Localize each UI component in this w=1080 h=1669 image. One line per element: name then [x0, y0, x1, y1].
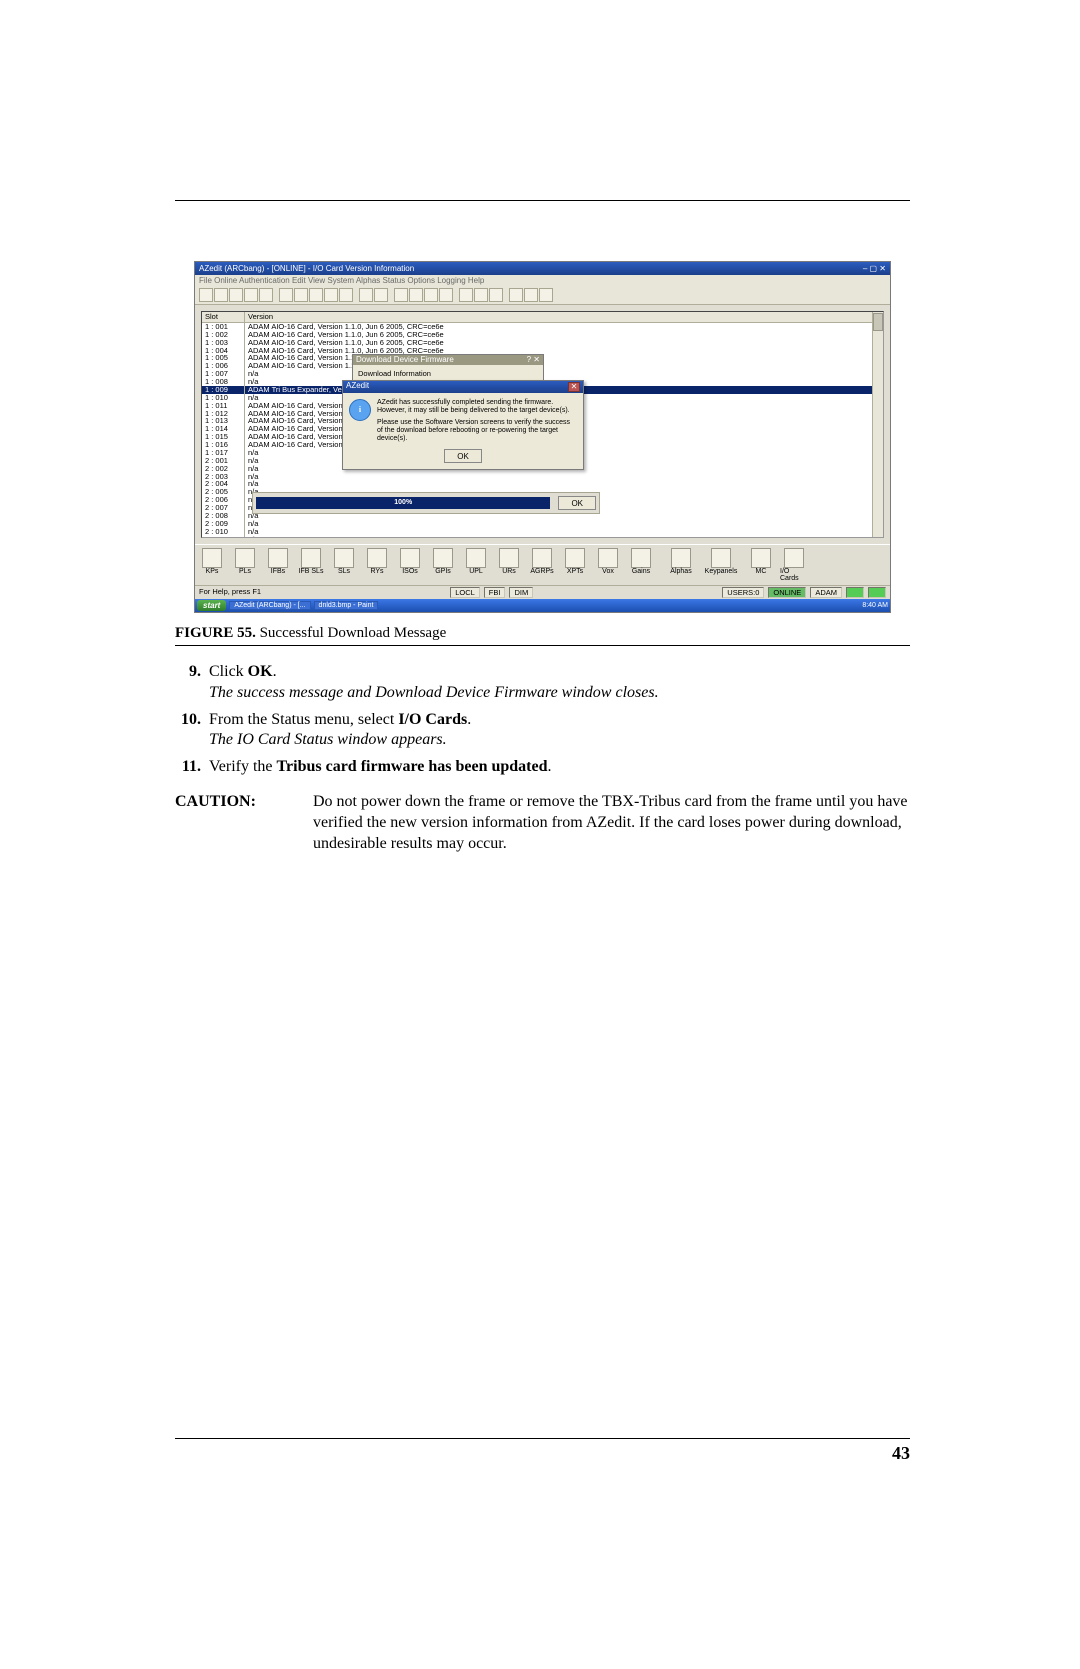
toolbar-icon[interactable]	[244, 288, 258, 302]
progress-bar: 100%	[256, 497, 550, 509]
progress-strip: 100% OK	[252, 492, 600, 514]
success-msgbox: AZedit ✕ i AZedit has successfully compl…	[342, 380, 584, 470]
system-tray-clock: 8:40 AM	[862, 602, 888, 609]
status-bar: For Help, press F1 LOCL FBI DIM USERS:0 …	[195, 585, 890, 599]
progress-ok-button[interactable]: OK	[558, 496, 596, 510]
status-online: ONLINE	[768, 587, 806, 598]
toolbar-icon[interactable]	[279, 288, 293, 302]
toolbar-icon[interactable]	[409, 288, 423, 302]
toolbar-icon[interactable]	[394, 288, 408, 302]
bottom-toolbar-item[interactable]: SLs	[330, 548, 358, 582]
msgbox-text: AZedit has successfully completed sendin…	[377, 399, 577, 443]
caution-text: Do not power down the frame or remove th…	[313, 792, 910, 854]
table-row[interactable]: 1 : 001ADAM AIO-16 Card, Version 1.1.0, …	[202, 323, 883, 331]
bottom-toolbar-item[interactable]: Alphas	[667, 548, 695, 582]
window-titlebar: AZedit (ARCbang) - [ONLINE] - I/O Card V…	[195, 262, 890, 275]
header-rule	[175, 200, 910, 201]
bottom-toolbar-item[interactable]: Keypanels	[707, 548, 735, 582]
table-row[interactable]: 2 : 010n/a	[202, 528, 883, 536]
status-help: For Help, press F1	[199, 587, 261, 598]
msgbox-title: AZedit	[346, 382, 369, 392]
table-row[interactable]: 2 : 003n/a	[202, 473, 883, 481]
status-led-icon	[846, 587, 864, 598]
menu-bar[interactable]: File Online Authentication Edit View Sys…	[195, 275, 890, 286]
instruction-step: 9.Click OK.The success message and Downl…	[175, 662, 910, 704]
toolbar-icon[interactable]	[424, 288, 438, 302]
bottom-toolbar-item[interactable]: UPL	[462, 548, 490, 582]
task-button[interactable]: AZedit (ARCbang) - [...	[229, 601, 310, 610]
figure-screenshot: AZedit (ARCbang) - [ONLINE] - I/O Card V…	[175, 261, 910, 613]
toolbar-icon[interactable]	[309, 288, 323, 302]
bottom-toolbar[interactable]: KPsPLsIFBsIFB SLsSLsRYsISOsGPIsUPLURsAGR…	[195, 544, 890, 585]
toolbar-icon[interactable]	[259, 288, 273, 302]
figure-caption: FIGURE 55. Successful Download Message	[175, 621, 910, 645]
status-fbi: FBI	[484, 587, 506, 598]
toolbar-icon[interactable]	[459, 288, 473, 302]
toolbar-icon[interactable]	[374, 288, 388, 302]
bottom-toolbar-item[interactable]: Vox	[594, 548, 622, 582]
table-row[interactable]: 2 : 004n/a	[202, 480, 883, 488]
instruction-steps: 9.Click OK.The success message and Downl…	[175, 662, 910, 778]
windows-taskbar[interactable]: start AZedit (ARCbang) - [... dnld3.bmp …	[195, 599, 890, 612]
bottom-toolbar-item[interactable]: RYs	[363, 548, 391, 582]
bottom-toolbar-item[interactable]: IFB SLs	[297, 548, 325, 582]
status-users: USERS:0	[722, 587, 764, 598]
bottom-toolbar-item[interactable]: PLs	[231, 548, 259, 582]
scrollbar[interactable]	[872, 312, 883, 537]
table-row[interactable]: 2 : 011n/a	[202, 536, 883, 539]
toolbar-icon[interactable]	[524, 288, 538, 302]
bottom-toolbar-item[interactable]: URs	[495, 548, 523, 582]
instruction-step: 10.From the Status menu, select I/O Card…	[175, 710, 910, 752]
bottom-toolbar-item[interactable]: KPs	[198, 548, 226, 582]
bottom-toolbar-item[interactable]: XPTs	[561, 548, 589, 582]
status-locl: LOCL	[450, 587, 480, 598]
instruction-step: 11.Verify the Tribus card firmware has b…	[175, 757, 910, 778]
toolbar-icon[interactable]	[359, 288, 373, 302]
toolbar-icon[interactable]	[229, 288, 243, 302]
toolbar-icon[interactable]	[339, 288, 353, 302]
toolbar-icon[interactable]	[489, 288, 503, 302]
main-toolbar[interactable]	[195, 286, 890, 305]
bottom-toolbar-item[interactable]: MC	[747, 548, 775, 582]
task-button[interactable]: dnld3.bmp - Paint	[314, 601, 379, 610]
caution-block: CAUTION: Do not power down the frame or …	[175, 792, 910, 854]
toolbar-icon[interactable]	[294, 288, 308, 302]
bottom-toolbar-item[interactable]: I/O Cards	[780, 548, 808, 582]
bottom-toolbar-item[interactable]: AGRPs	[528, 548, 556, 582]
info-icon: i	[349, 399, 371, 421]
start-button[interactable]: start	[197, 600, 226, 611]
caution-label: CAUTION:	[175, 792, 275, 854]
bottom-toolbar-item[interactable]: ISOs	[396, 548, 424, 582]
table-row[interactable]: 2 : 009n/a	[202, 520, 883, 528]
toolbar-icon[interactable]	[324, 288, 338, 302]
bottom-toolbar-item[interactable]: GPIs	[429, 548, 457, 582]
col-slot[interactable]: Slot	[202, 312, 245, 322]
page-number: 43	[175, 1443, 910, 1464]
msgbox-ok-button[interactable]: OK	[444, 449, 482, 463]
toolbar-icon[interactable]	[214, 288, 228, 302]
toolbar-icon[interactable]	[509, 288, 523, 302]
toolbar-icon[interactable]	[199, 288, 213, 302]
footer-rule	[175, 1438, 910, 1439]
list-header[interactable]: Slot Version	[202, 312, 883, 323]
help-close-icon[interactable]: ? ✕	[527, 356, 540, 364]
toolbar-icon[interactable]	[539, 288, 553, 302]
azedit-window: AZedit (ARCbang) - [ONLINE] - I/O Card V…	[194, 261, 891, 613]
bottom-toolbar-item[interactable]: Gains	[627, 548, 655, 582]
window-title: AZedit (ARCbang) - [ONLINE] - I/O Card V…	[199, 264, 414, 273]
toolbar-icon[interactable]	[474, 288, 488, 302]
bottom-toolbar-item[interactable]: IFBs	[264, 548, 292, 582]
window-controls[interactable]: – ▢ ✕	[863, 264, 886, 273]
status-led-icon	[868, 587, 886, 598]
toolbar-icon[interactable]	[439, 288, 453, 302]
status-dim: DIM	[509, 587, 533, 598]
col-version[interactable]: Version	[245, 312, 883, 322]
table-row[interactable]: 1 : 002ADAM AIO-16 Card, Version 1.1.0, …	[202, 331, 883, 339]
status-device: ADAM	[810, 587, 842, 598]
download-dialog-title: Download Device Firmware	[356, 356, 454, 364]
io-card-list[interactable]: Slot Version 1 : 001ADAM AIO-16 Card, Ve…	[201, 311, 884, 538]
close-icon[interactable]: ✕	[568, 382, 580, 392]
table-row[interactable]: 1 : 003ADAM AIO-16 Card, Version 1.1.0, …	[202, 339, 883, 347]
